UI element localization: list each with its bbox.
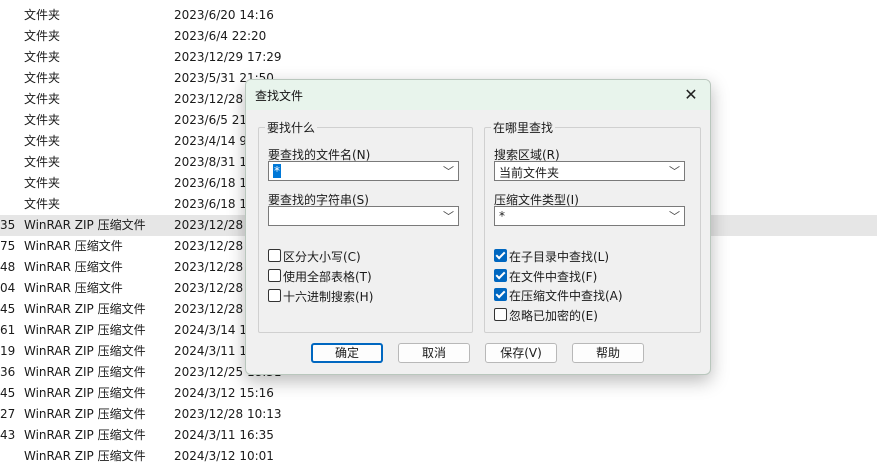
checkbox-label[interactable]: 在子目录中查找(L)	[509, 248, 609, 265]
checkbox-checked-icon[interactable]	[494, 268, 507, 282]
file-size-fragment: 27	[0, 407, 16, 421]
file-size-fragment: 75	[0, 239, 16, 253]
what-to-find-title: 要找什么	[265, 119, 318, 136]
file-date: 2023/12/28	[174, 92, 244, 106]
file-date: 2023/6/20 14:16	[174, 8, 274, 22]
ok-button[interactable]: 确定	[311, 343, 383, 363]
file-size-fragment: 35	[0, 218, 16, 232]
file-size-fragment: 43	[0, 428, 16, 442]
file-type: 文件夹	[24, 8, 61, 22]
file-date: 2023/4/14 9	[174, 134, 247, 148]
file-size-fragment: 45	[0, 302, 16, 316]
file-date: 2023/12/28	[174, 218, 244, 232]
search-area-value[interactable]: 当前文件夹	[499, 164, 559, 181]
checkbox-label[interactable]: 区分大小写(C)	[283, 248, 361, 265]
file-type: 文件夹	[24, 155, 61, 169]
chevron-down-icon[interactable]: ﹀	[669, 208, 680, 224]
file-row[interactable]: WinRAR ZIP 压缩文件 2024/3/12 10:01	[0, 446, 877, 467]
file-row[interactable]: 45 WinRAR ZIP 压缩文件 2024/3/12 15:16	[0, 383, 877, 404]
file-row[interactable]: 43 WinRAR ZIP 压缩文件 2024/3/11 16:35	[0, 425, 877, 446]
file-type: 文件夹	[24, 176, 61, 190]
file-size-fragment: 45	[0, 386, 16, 400]
help-button[interactable]: 帮助	[572, 343, 644, 363]
file-type: 文件夹	[24, 92, 61, 106]
file-date: 2023/12/28	[174, 302, 244, 316]
file-type: WinRAR ZIP 压缩文件	[24, 218, 146, 232]
file-row[interactable]: 文件夹 2023/6/20 14:16	[0, 5, 877, 26]
file-date: 2023/8/31 1	[174, 155, 247, 169]
file-type: 文件夹	[24, 29, 61, 43]
chevron-down-icon[interactable]: ﹀	[443, 163, 454, 179]
file-type: 文件夹	[24, 71, 61, 85]
file-date: 2023/6/5 21	[174, 113, 247, 127]
where-to-find-title: 在哪里查找	[491, 119, 556, 136]
file-date: 2023/12/28 10:13	[174, 407, 282, 421]
file-date: 2024/3/12 15:16	[174, 386, 274, 400]
file-type: WinRAR ZIP 压缩文件	[24, 302, 146, 316]
checkbox-unchecked-icon[interactable]	[494, 307, 507, 321]
file-type: 文件夹	[24, 134, 61, 148]
save-button[interactable]: 保存(V)	[485, 343, 557, 363]
file-size-fragment: 48	[0, 260, 16, 274]
checkbox-label[interactable]: 使用全部表格(T)	[283, 268, 372, 285]
file-date: 2023/6/18 1	[174, 176, 247, 190]
checkbox-unchecked-icon[interactable]	[268, 249, 281, 262]
file-type: 文件夹	[24, 113, 61, 127]
chevron-down-icon[interactable]: ﹀	[669, 163, 680, 179]
checkbox-label[interactable]: 在文件中查找(F)	[509, 268, 597, 285]
checkbox-checked-icon[interactable]	[494, 249, 507, 262]
checkbox-unchecked-icon[interactable]	[268, 269, 281, 282]
file-row[interactable]: 27 WinRAR ZIP 压缩文件 2023/12/28 10:13	[0, 404, 877, 425]
file-date: 2024/3/12 10:01	[174, 449, 274, 463]
file-type: WinRAR ZIP 压缩文件	[24, 365, 146, 379]
checkbox-checked-icon[interactable]	[494, 288, 507, 301]
file-row[interactable]: 文件夹 2023/6/4 22:20	[0, 26, 877, 47]
checkbox-label[interactable]: 在压缩文件中查找(A)	[509, 287, 623, 304]
archive-type-combo[interactable]: * ﹀	[494, 206, 685, 226]
find-files-dialog: 查找文件 ✕ 要找什么 要查找的文件名(N) * ﹀ 要查找的字符串(S) ﹀ …	[245, 79, 711, 375]
file-date: 2024/3/14 1	[174, 323, 247, 337]
string-combo[interactable]: ﹀	[268, 206, 459, 226]
filename-value[interactable]: *	[273, 164, 281, 178]
search-area-select[interactable]: 当前文件夹 ﹀	[494, 161, 685, 181]
file-type: WinRAR 压缩文件	[24, 239, 123, 253]
file-size-fragment: 61	[0, 323, 16, 337]
checkbox-label[interactable]: 忽略已加密的(E)	[509, 307, 598, 324]
file-size-fragment: 04	[0, 281, 16, 295]
file-date: 2023/12/28	[174, 260, 244, 274]
file-type: WinRAR ZIP 压缩文件	[24, 449, 146, 463]
file-date: 2023/12/28	[174, 239, 244, 253]
file-type: WinRAR ZIP 压缩文件	[24, 323, 146, 337]
file-type: WinRAR ZIP 压缩文件	[24, 407, 146, 421]
file-type: 文件夹	[24, 197, 61, 211]
file-type: WinRAR ZIP 压缩文件	[24, 428, 146, 442]
file-type: WinRAR ZIP 压缩文件	[24, 386, 146, 400]
checkbox-unchecked-icon[interactable]	[268, 289, 281, 302]
file-date: 2023/6/4 22:20	[174, 29, 267, 43]
filename-combo[interactable]: * ﹀	[268, 161, 459, 181]
archive-type-value[interactable]: *	[499, 209, 505, 223]
dialog-title: 查找文件	[255, 89, 304, 103]
file-size-fragment: 19	[0, 344, 16, 358]
file-type: 文件夹	[24, 50, 61, 64]
file-date: 2024/3/11 1	[174, 344, 247, 358]
chevron-down-icon[interactable]: ﹀	[443, 208, 454, 224]
file-type: WinRAR ZIP 压缩文件	[24, 344, 146, 358]
file-date: 2023/12/29 17:29	[174, 50, 282, 64]
file-row[interactable]: 文件夹 2023/12/29 17:29	[0, 47, 877, 68]
close-icon[interactable]: ✕	[678, 82, 704, 108]
file-type: WinRAR 压缩文件	[24, 260, 123, 274]
file-date: 2023/6/18 1	[174, 197, 247, 211]
file-date: 2023/12/28	[174, 281, 244, 295]
cancel-button[interactable]: 取消	[398, 343, 470, 363]
checkbox-label[interactable]: 十六进制搜索(H)	[283, 288, 373, 305]
file-type: WinRAR 压缩文件	[24, 281, 123, 295]
dialog-titlebar[interactable]: 查找文件 ✕	[246, 80, 710, 110]
file-date: 2024/3/11 16:35	[174, 428, 274, 442]
file-size-fragment: 36	[0, 365, 16, 379]
